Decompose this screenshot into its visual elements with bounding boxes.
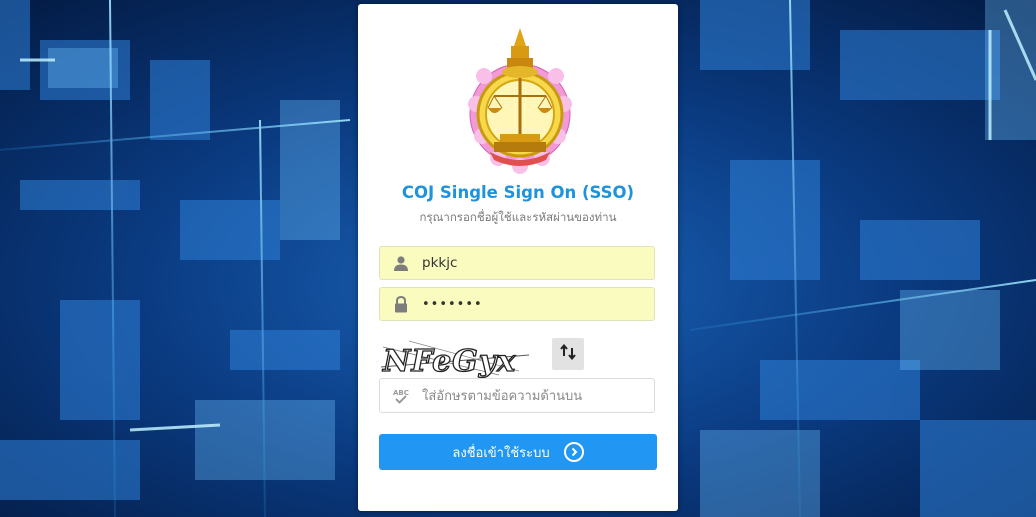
password-value: ••••••• bbox=[422, 296, 483, 312]
login-button-label: ลงชื่อเข้าใช้ระบบ bbox=[452, 445, 550, 461]
username-value: pkkjc bbox=[422, 255, 458, 271]
captcha-text: NFeGyx bbox=[382, 344, 516, 379]
username-field[interactable]: pkkjc bbox=[379, 246, 655, 280]
captcha-input[interactable]: ABC ใส่อักษรตามข้อความด้านบน bbox=[379, 378, 655, 413]
page-subtitle: กรุณากรอกชื่อผู้ใช้และรหัสผ่านของท่าน bbox=[419, 210, 617, 224]
page-title: COJ Single Sign On (SSO) bbox=[401, 183, 635, 202]
coj-emblem-logo bbox=[468, 28, 572, 174]
spellcheck-icon: ABC bbox=[380, 387, 422, 405]
login-card: COJ Single Sign On (SSO) กรุณากรอกชื่อผู… bbox=[358, 4, 678, 511]
svg-text:ABC: ABC bbox=[393, 389, 409, 397]
password-field[interactable]: ••••••• bbox=[379, 287, 655, 321]
lock-icon bbox=[380, 295, 422, 313]
captcha-image: NFeGyx bbox=[380, 340, 530, 380]
captcha-input-placeholder: ใส่อักษรตามข้อความด้านบน bbox=[422, 389, 583, 404]
user-icon bbox=[380, 255, 422, 271]
circle-arrow-right-icon bbox=[563, 442, 584, 462]
login-button[interactable]: ลงชื่อเข้าใช้ระบบ bbox=[379, 434, 657, 470]
refresh-captcha-button[interactable] bbox=[552, 338, 584, 370]
refresh-icon bbox=[560, 343, 576, 364]
